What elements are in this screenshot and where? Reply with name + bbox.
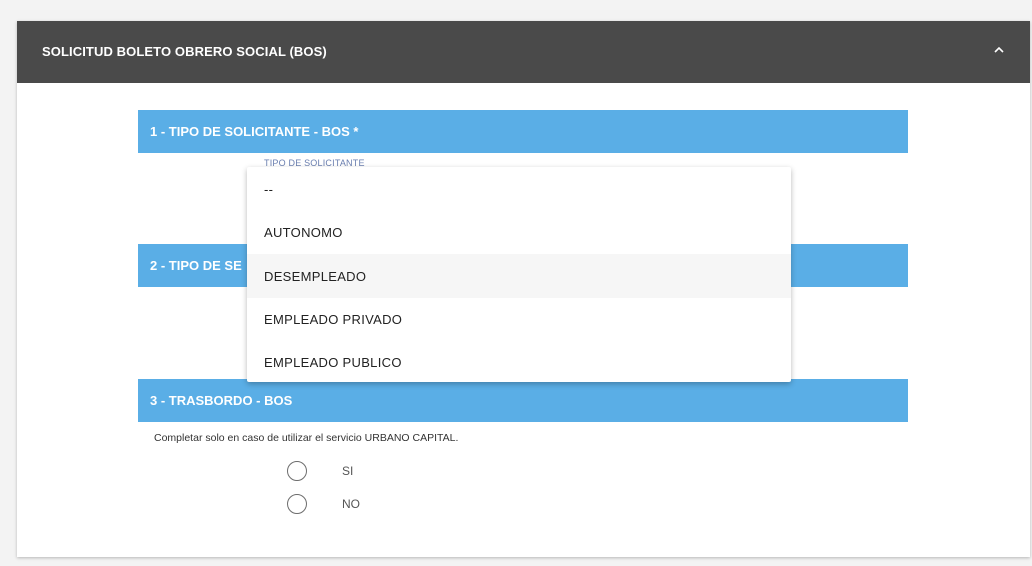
section-trasbordo: 3 - TRASBORDO - BOS — [138, 379, 908, 422]
section-title: 1 - TIPO DE SOLICITANTE - BOS * — [150, 124, 359, 139]
bos-request-panel: SOLICITUD BOLETO OBRERO SOCIAL (BOS) 1 -… — [17, 21, 1030, 557]
option-label: EMPLEADO PUBLICO — [264, 355, 402, 370]
radio-button[interactable] — [287, 461, 307, 481]
option-label: DESEMPLEADO — [264, 269, 367, 284]
radio-si[interactable]: SI — [287, 459, 407, 483]
dropdown-option-empty[interactable]: -- — [247, 167, 791, 211]
radio-button[interactable] — [287, 494, 307, 514]
radio-label: NO — [342, 497, 360, 511]
dropdown-option-empleado-privado[interactable]: EMPLEADO PRIVADO — [247, 297, 791, 341]
section-title: 3 - TRASBORDO - BOS — [150, 393, 293, 408]
dropdown-option-desempleado[interactable]: DESEMPLEADO — [247, 254, 791, 298]
option-label: -- — [264, 182, 274, 197]
radio-label: SI — [342, 464, 354, 478]
section-title: 2 - TIPO DE SE — [150, 258, 242, 273]
trasbordo-helper-text: Completar solo en caso de utilizar el se… — [154, 432, 459, 444]
dropdown-option-autonomo[interactable]: AUTONOMO — [247, 210, 791, 254]
panel-title: SOLICITUD BOLETO OBRERO SOCIAL (BOS) — [42, 44, 327, 59]
option-label: AUTONOMO — [264, 225, 343, 240]
section-tipo-solicitante: 1 - TIPO DE SOLICITANTE - BOS * — [138, 110, 908, 153]
option-label: EMPLEADO PRIVADO — [264, 312, 403, 327]
tipo-solicitante-dropdown-menu: -- AUTONOMO DESEMPLEADO EMPLEADO PRIVADO… — [247, 167, 791, 382]
dropdown-option-empleado-publico[interactable]: EMPLEADO PUBLICO — [247, 340, 791, 384]
radio-no[interactable]: NO — [287, 492, 407, 516]
panel-header[interactable]: SOLICITUD BOLETO OBRERO SOCIAL (BOS) — [17, 21, 1030, 83]
chevron-up-icon[interactable] — [990, 41, 1008, 59]
